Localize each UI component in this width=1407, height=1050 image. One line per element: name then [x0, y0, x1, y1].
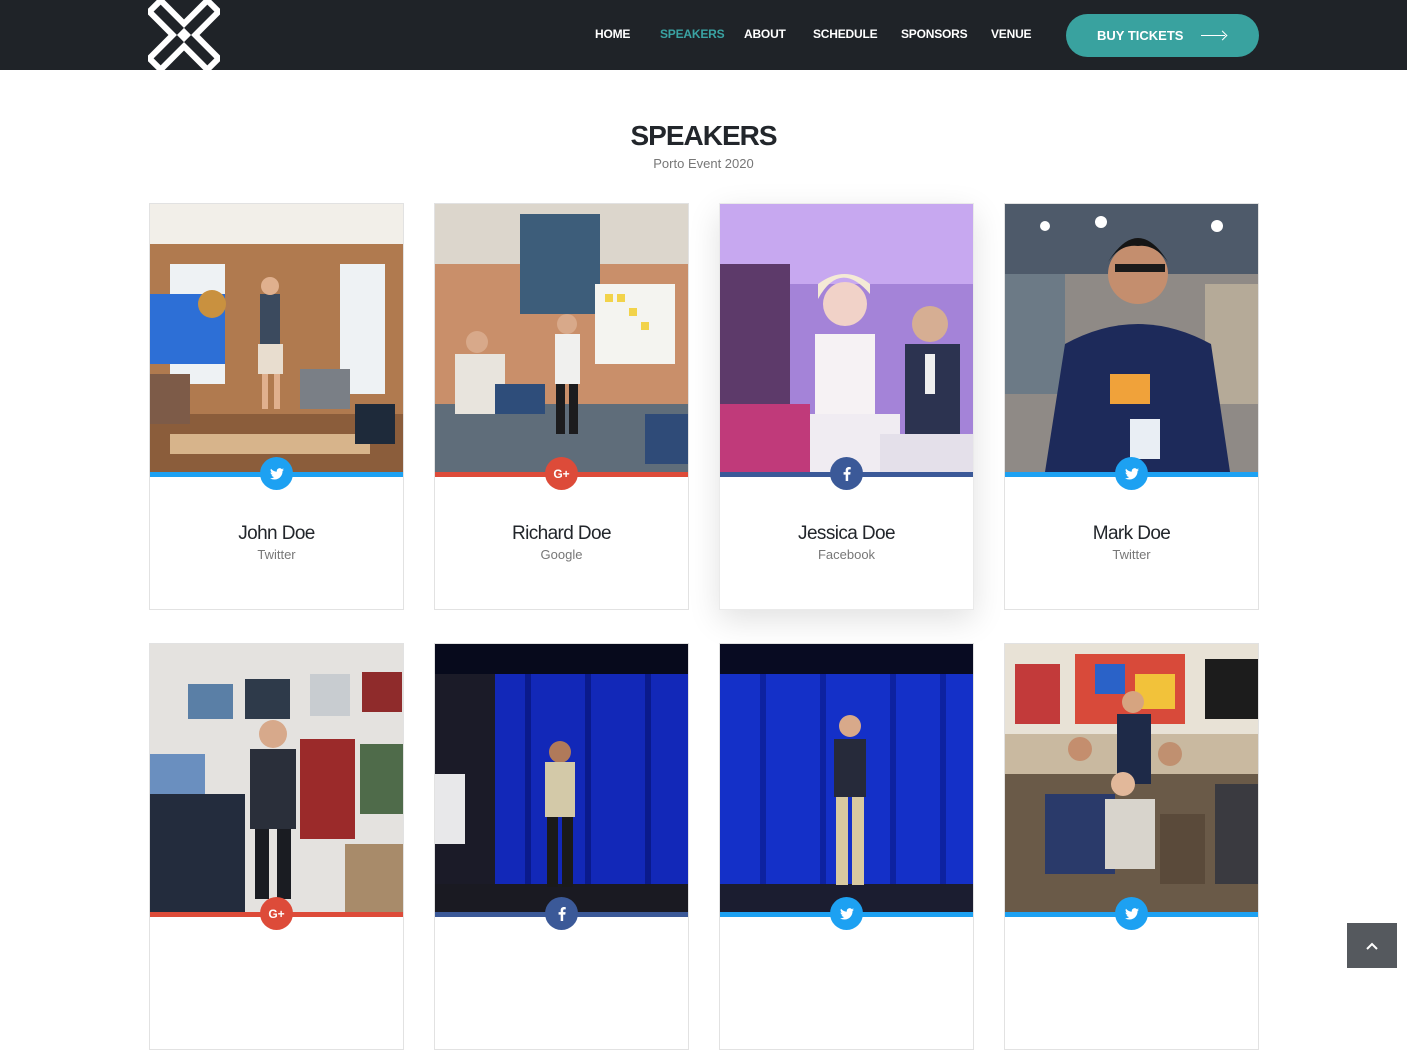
speaker-name: Jessica Doe [798, 523, 895, 544]
speaker-photo [1005, 204, 1258, 472]
speaker-name: Richard Doe [511, 523, 612, 544]
google-plus-icon[interactable]: G+ [260, 897, 293, 930]
nav-home[interactable]: HOME [595, 27, 630, 41]
speaker-card[interactable] [1004, 643, 1259, 1050]
facebook-icon[interactable] [545, 897, 578, 930]
site-header: HOME SPEAKERS ABOUT SCHEDULE SPONSORS VE… [0, 0, 1407, 74]
nav-schedule[interactable]: SCHEDULE [813, 27, 878, 41]
speaker-card[interactable] [434, 643, 689, 1050]
buy-tickets-label: BUY TICKETS [1097, 28, 1184, 43]
speaker-company: Twitter [1112, 547, 1151, 562]
speaker-photo [435, 644, 688, 912]
speaker-card[interactable]: Jessica Doe Facebook [719, 203, 974, 610]
nav-speakers[interactable]: SPEAKERS [660, 27, 725, 41]
speaker-photo [435, 204, 688, 472]
twitter-icon[interactable] [1115, 897, 1148, 930]
speaker-company: Google [540, 547, 583, 562]
speaker-card[interactable]: G+ Richard Doe Google [434, 203, 689, 610]
speaker-photo [720, 644, 973, 912]
speaker-photo [1005, 644, 1258, 912]
speaker-photo [720, 204, 973, 472]
buy-tickets-button[interactable]: BUY TICKETS [1066, 14, 1259, 57]
google-plus-icon[interactable]: G+ [545, 457, 578, 490]
speaker-card[interactable]: John Doe Twitter [149, 203, 404, 610]
speaker-photo [150, 204, 403, 472]
speaker-company: Twitter [257, 547, 296, 562]
nav-venue[interactable]: VENUE [991, 27, 1032, 41]
speaker-card[interactable]: G+ [149, 643, 404, 1050]
speaker-card[interactable] [719, 643, 974, 1050]
speaker-name: Mark Doe [1092, 523, 1171, 544]
nav-sponsors[interactable]: SPONSORS [901, 27, 968, 41]
speaker-photo [150, 644, 403, 912]
chevron-up-icon [1366, 942, 1378, 950]
twitter-icon[interactable] [260, 457, 293, 490]
speaker-card[interactable]: Mark Doe Twitter [1004, 203, 1259, 610]
section-title: SPEAKERS [630, 120, 777, 151]
nav-about[interactable]: ABOUT [744, 27, 786, 41]
speaker-company: Facebook [817, 547, 876, 562]
facebook-icon[interactable] [830, 457, 863, 490]
twitter-icon[interactable] [830, 897, 863, 930]
section-subtitle: Porto Event 2020 [653, 156, 754, 171]
scroll-to-top-button[interactable] [1347, 923, 1397, 968]
twitter-icon[interactable] [1115, 457, 1148, 490]
speaker-name: John Doe [238, 523, 315, 544]
x-cross-logo[interactable] [145, 0, 223, 74]
arrow-right-icon [1201, 31, 1227, 41]
